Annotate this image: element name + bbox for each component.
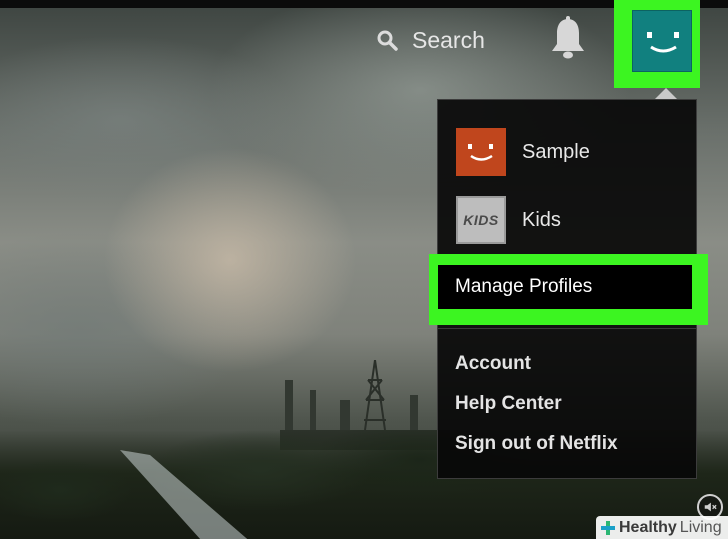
watermark-suffix: Living [679,518,722,536]
plus-logo-icon [601,520,615,535]
watermark: Healthy Living [596,516,728,539]
account-link[interactable]: Account [455,353,531,375]
manage-profiles-label: Manage Profiles [455,276,593,297]
dropdown-caret [655,88,677,99]
sign-out-link[interactable]: Sign out of Netflix [455,433,618,455]
kids-avatar-text: KIDS [463,212,499,228]
foreground-streak [120,450,248,539]
profile-item-sample[interactable]: Sample [456,128,590,176]
manage-profiles-button[interactable]: Manage Profiles [438,265,692,309]
profile-menu-button[interactable] [632,10,692,72]
search-icon [377,30,398,51]
sample-avatar [456,128,506,176]
watermark-brand: Healthy [619,518,677,536]
menu-divider [438,328,696,329]
profile-name: Kids [522,208,561,231]
help-center-link[interactable]: Help Center [455,393,562,415]
bell-icon[interactable] [548,16,588,60]
speaker-muted-icon [704,502,717,512]
smiley-avatar-icon [647,32,679,53]
profile-name: Sample [522,140,590,163]
smiley-avatar-icon [468,144,493,161]
search-label: Search [412,26,485,53]
search-button[interactable]: Search [376,24,485,56]
profile-dropdown: Sample KIDS Kids Manage Profiles Account… [429,99,708,479]
kids-avatar: KIDS [456,196,506,244]
profile-item-kids[interactable]: KIDS Kids [456,196,561,244]
